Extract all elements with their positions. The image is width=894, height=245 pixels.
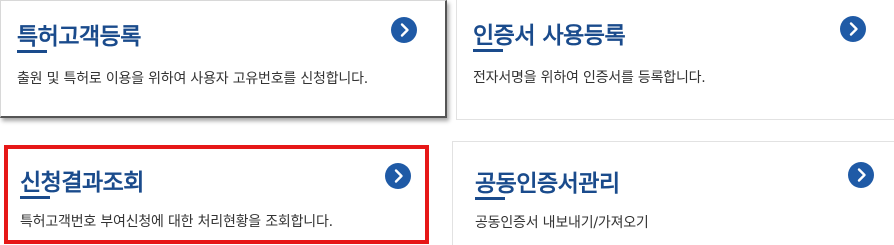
title-underline: [20, 196, 50, 199]
card-description: 출원 및 특허로 이용을 위하여 사용자 고유번호를 신청합니다.: [17, 71, 369, 87]
card-title: 신청결과조회: [20, 170, 144, 196]
card-title: 공동인증서관리: [475, 171, 620, 197]
card-title: 특허고객등록: [17, 24, 141, 50]
card-application-result-inquiry[interactable]: 신청결과조회 특허고객번호 부여신청에 대한 처리현황을 조회합니다.: [4, 145, 429, 244]
title-underline: [473, 49, 503, 52]
card-title: 인증서 사용등록: [473, 23, 626, 49]
chevron-right-circle-icon[interactable]: [840, 16, 866, 42]
chevron-right-circle-icon[interactable]: [385, 163, 411, 189]
card-description: 특허고객번호 부여신청에 대한 처리현황을 조회합니다.: [20, 214, 333, 230]
card-joint-certificate-management[interactable]: 공동인증서관리 공동인증서 내보내기/가져오기: [452, 141, 894, 245]
service-menu-grid: 특허고객등록 출원 및 특허로 이용을 위하여 사용자 고유번호를 신청합니다.…: [0, 0, 894, 245]
card-description: 공동인증서 내보내기/가져오기: [475, 215, 649, 231]
card-certificate-registration[interactable]: 인증서 사용등록 전자서명을 위하여 인증서를 등록합니다.: [456, 0, 894, 120]
card-description: 전자서명을 위하여 인증서를 등록합니다.: [473, 70, 706, 86]
chevron-right-circle-icon[interactable]: [848, 162, 874, 188]
chevron-right-circle-icon[interactable]: [391, 17, 417, 43]
card-patent-customer-registration[interactable]: 특허고객등록 출원 및 특허로 이용을 위하여 사용자 고유번호를 신청합니다.: [0, 0, 447, 118]
title-underline: [17, 50, 47, 53]
title-underline: [475, 197, 505, 200]
